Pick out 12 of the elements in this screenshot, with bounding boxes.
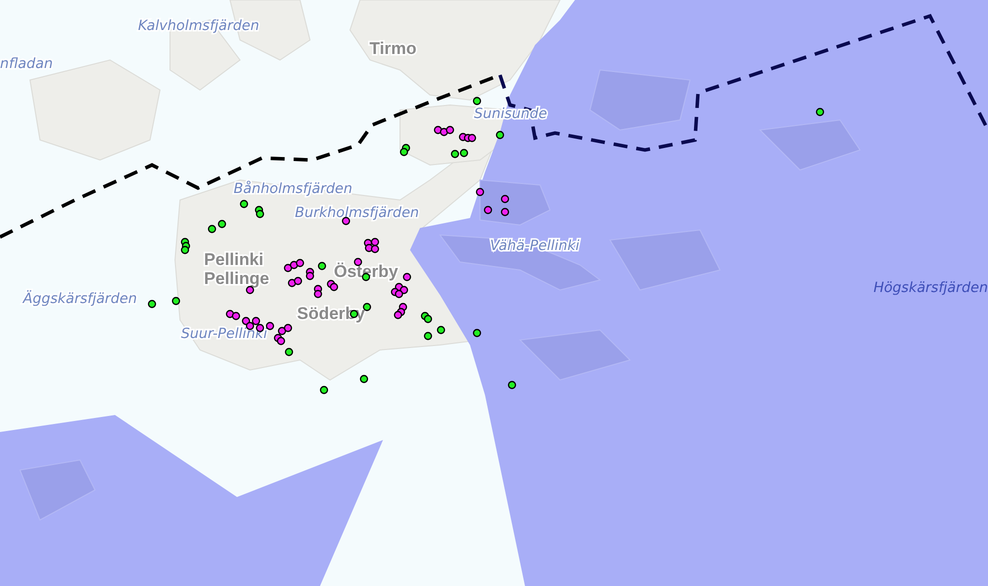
place-label: Tirmo	[370, 39, 416, 58]
water-label: nfladan	[0, 56, 53, 72]
water-label: Högskärsfjärden	[873, 280, 988, 296]
place-label: Pellinge	[204, 269, 270, 288]
water-label: Kalvholmsfjärden	[138, 18, 260, 34]
water-label: Äggskärsfjärden	[23, 291, 137, 307]
water-label: Vähä-Pellinki	[490, 238, 580, 254]
water-label: Suur-Pellinki	[181, 326, 268, 342]
place-label: Österby	[334, 262, 398, 281]
water-label: Bånholmsfjärden	[234, 181, 352, 197]
water-label: Burkholmsfjärden	[294, 205, 420, 221]
place-label: Pellinki	[204, 250, 264, 269]
